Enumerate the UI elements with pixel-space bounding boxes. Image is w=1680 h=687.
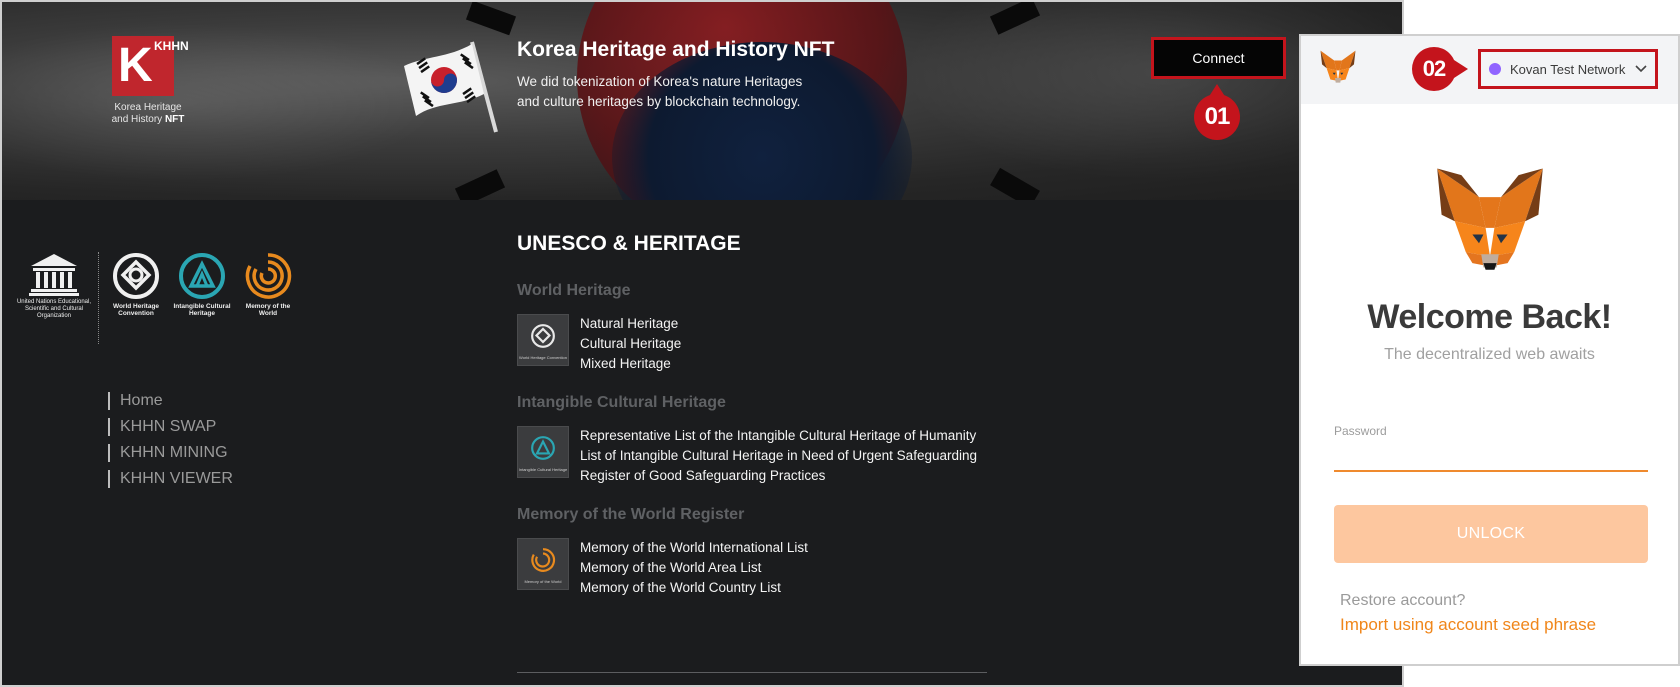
category-icon-caption: World Heritage Convention xyxy=(519,355,567,360)
category-icon-caption: Memory of the World xyxy=(524,579,562,584)
world-heritage-caption: World Heritage Convention xyxy=(112,303,160,317)
nav-item-swap[interactable]: KHHN SWAP xyxy=(108,418,233,436)
metamask-popup: 02 Kovan Test Network Welcome Back! The … xyxy=(1299,34,1680,666)
memory-of-world-icon xyxy=(245,253,292,299)
list-item[interactable]: Memory of the World Area List xyxy=(580,558,808,578)
logo-nft-text: NFT xyxy=(164,114,185,125)
category-list: Memory of the World International List M… xyxy=(580,538,808,598)
chevron-down-icon xyxy=(1635,65,1647,73)
logo-line2: and History NFT xyxy=(98,114,198,126)
list-item[interactable]: Natural Heritage xyxy=(580,314,681,334)
network-status-dot xyxy=(1489,63,1501,75)
logo-mark: K xyxy=(118,39,153,92)
password-input[interactable] xyxy=(1334,440,1648,472)
memory-of-world-icon: Memory of the World xyxy=(517,538,569,590)
memory-of-world-caption: Memory of the World xyxy=(245,303,291,317)
network-selector[interactable]: Kovan Test Network xyxy=(1478,49,1658,89)
step-marker-01: 01 xyxy=(1194,84,1240,140)
unlock-button[interactable]: UNLOCK xyxy=(1334,505,1648,563)
nav-item-viewer[interactable]: KHHN VIEWER xyxy=(108,470,233,488)
hero-description: We did tokenization of Korea's nature He… xyxy=(517,74,803,109)
logo-line2-text: and History xyxy=(111,114,165,125)
sidebar-nav: Home KHHN SWAP KHHN MINING KHHN VIEWER xyxy=(108,392,233,496)
category-list: Natural Heritage Cultural Heritage Mixed… xyxy=(580,314,681,374)
category-intangible-heritage: Intangible Cultural Heritage Intangible … xyxy=(517,394,987,486)
metamask-fox-icon[interactable] xyxy=(1319,49,1357,85)
step-marker-02: 02 xyxy=(1412,47,1468,91)
world-heritage-logo[interactable]: World Heritage Convention xyxy=(108,252,164,317)
intangible-heritage-logo[interactable]: Intangible Cultural Heritage xyxy=(172,252,232,317)
category-memory-of-world: Memory of the World Register Memory of t… xyxy=(517,506,987,598)
metamask-fox-logo-icon xyxy=(1437,168,1543,270)
category-list: Representative List of the Intangible Cu… xyxy=(580,426,977,486)
category-title: World Heritage xyxy=(517,282,631,299)
world-heritage-glyph xyxy=(531,324,555,348)
category-body: Memory of the World Memory of the World … xyxy=(517,538,987,598)
partner-divider xyxy=(98,252,99,344)
welcome-heading: Welcome Back! xyxy=(1367,298,1612,336)
intangible-heritage-glyph xyxy=(531,436,555,460)
category-body: World Heritage Convention Natural Herita… xyxy=(517,314,987,374)
unesco-temple-icon xyxy=(29,254,79,296)
list-item[interactable]: Representative List of the Intangible Cu… xyxy=(580,426,977,446)
logo-stack: KHHN xyxy=(154,39,189,53)
nav-item-mining[interactable]: KHHN MINING xyxy=(108,444,233,462)
logo-wordmark: Korea Heritage and History NFT xyxy=(98,102,198,126)
hero-banner: K KHHN Korea Heritage and History NFT Ko… xyxy=(2,2,1402,200)
password-label: Password xyxy=(1334,424,1387,438)
connect-wallet-button[interactable]: Connect xyxy=(1151,37,1286,79)
metamask-header: 02 Kovan Test Network xyxy=(1301,36,1678,104)
category-icon-caption: Intangible Cultural Heritage xyxy=(518,467,568,472)
list-item[interactable]: Mixed Heritage xyxy=(580,354,681,374)
partner-logos: United Nations Educational, Scientific a… xyxy=(14,252,304,342)
welcome-tagline: The decentralized web awaits xyxy=(1384,346,1595,363)
hero-wave xyxy=(2,22,442,182)
world-heritage-icon: World Heritage Convention xyxy=(517,314,569,366)
category-body: Intangible Cultural Heritage Representat… xyxy=(517,426,987,486)
list-item[interactable]: Memory of the World Country List xyxy=(580,578,808,598)
category-title: Memory of the World Register xyxy=(517,506,745,523)
intangible-heritage-caption: Intangible Cultural Heritage xyxy=(173,303,231,317)
hero-title: Korea Heritage and History NFT xyxy=(517,38,835,61)
heritage-content: UNESCO & HERITAGE World Heritage World H… xyxy=(517,232,987,618)
nav-item-home[interactable]: Home xyxy=(108,392,233,410)
memory-of-world-logo[interactable]: Memory of the World xyxy=(242,252,294,317)
intangible-heritage-icon xyxy=(179,253,225,299)
unesco-caption: United Nations Educational, Scientific a… xyxy=(16,299,92,319)
logo-line1: Korea Heritage xyxy=(114,102,182,113)
content-divider xyxy=(517,672,987,673)
trigram-bar xyxy=(990,167,1040,200)
korean-flag-icon xyxy=(404,41,498,133)
category-title: Intangible Cultural Heritage xyxy=(517,394,726,411)
section-title: UNESCO & HERITAGE xyxy=(517,232,741,255)
memory-of-world-glyph xyxy=(531,548,556,572)
trigram-bar xyxy=(465,2,517,36)
intangible-heritage-icon: Intangible Cultural Heritage xyxy=(517,426,569,478)
list-item[interactable]: Cultural Heritage xyxy=(580,334,681,354)
world-heritage-icon xyxy=(113,253,159,299)
list-item[interactable]: List of Intangible Cultural Heritage in … xyxy=(580,446,977,466)
list-item[interactable]: Memory of the World International List xyxy=(580,538,808,558)
list-item[interactable]: Register of Good Safeguarding Practices xyxy=(580,466,977,486)
import-seed-phrase-link[interactable]: Import using account seed phrase xyxy=(1340,615,1596,635)
network-name: Kovan Test Network xyxy=(1510,61,1626,77)
unesco-logo[interactable]: United Nations Educational, Scientific a… xyxy=(14,252,94,320)
category-world-heritage: World Heritage World Heritage Convention… xyxy=(517,282,987,374)
restore-account-text: Restore account? xyxy=(1340,592,1466,609)
heritage-site: K KHHN Korea Heritage and History NFT Ko… xyxy=(0,0,1404,687)
trigram-bar xyxy=(454,169,506,200)
khhn-logo[interactable]: K KHHN xyxy=(112,36,189,96)
